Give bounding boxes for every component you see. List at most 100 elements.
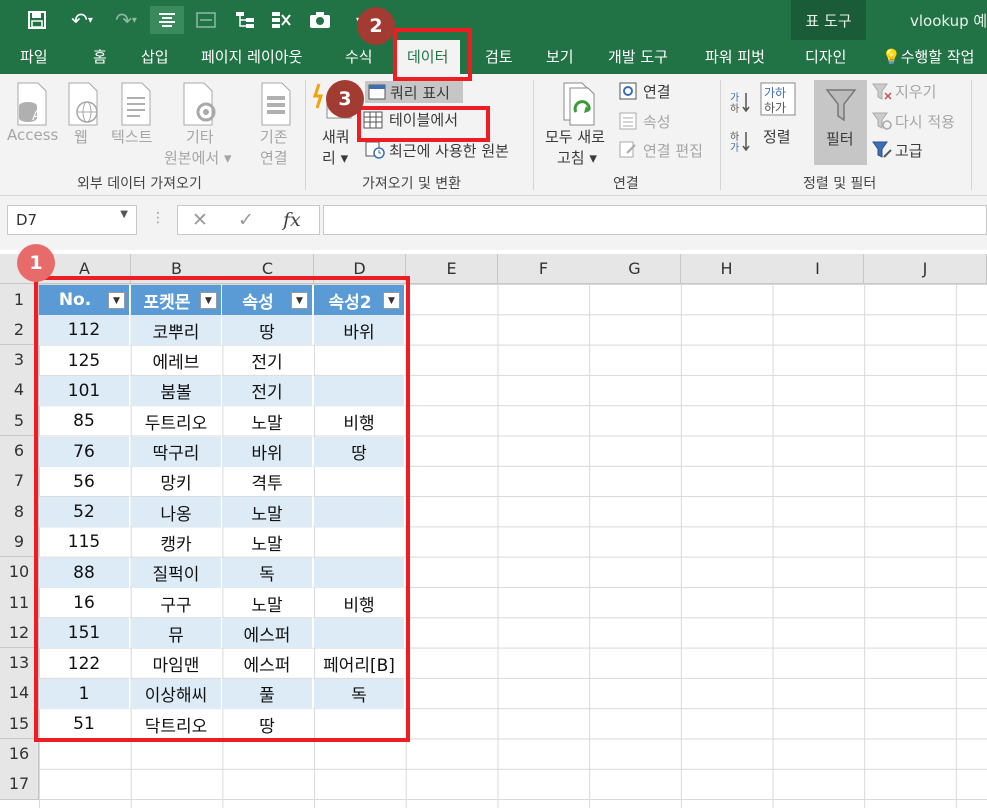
text-file-icon[interactable] [118,82,154,130]
group-get-external-data: 외부 데이터 가져오기 [77,176,202,192]
group-sort-filter: 정렬 및 필터 [803,176,877,192]
ribbon-separator [305,80,306,190]
align-icon[interactable] [150,6,184,34]
show-queries-button[interactable]: 쿼리 표시 [365,81,463,103]
step-2-badge: 2 [357,7,395,45]
lightbulb-icon: 💡 [882,48,901,66]
formula-buttons: ✕ ✓ fx [177,205,320,235]
new-query-label-1: 새쿼 [322,128,350,146]
existing-connections-label-1: 기존 [260,128,288,146]
text-label: 텍스트 [111,128,153,146]
sort-za-icon[interactable]: 하가 [729,129,751,157]
tab-home[interactable]: 홈 [93,46,107,67]
existing-connections-label-2: 연결 [260,149,288,167]
column-header[interactable]: H [681,254,773,284]
tab-developer[interactable]: 개발 도구 [608,46,668,67]
ribbon-data: A Access 웹 텍스트 기타 원본에서 ▾ 기존 연결 외부 데이터 가져… [0,74,987,196]
new-query-label-2: 리 ▾ [322,149,349,167]
show-queries-label: 쿼리 표시 [390,84,450,102]
from-table-highlight-box [357,106,490,142]
other-sources-icon[interactable] [180,82,220,130]
hierarchy-icon[interactable] [232,6,258,34]
excel-window: ↶▾ ↷▾ ▾ 표 도구 vlookup 예 파일 홈 삽입 페이지 레이아웃 … [0,0,987,808]
group-connections: 연결 [613,176,639,192]
tab-view[interactable]: 보기 [546,46,574,67]
svg-text:가: 가 [730,92,739,104]
row-header[interactable]: 16 [0,738,39,770]
refresh-all-label-1: 모두 새로 [545,128,605,146]
sort-label[interactable]: 정렬 [763,126,791,147]
svg-text:하: 하 [730,102,739,114]
row-header[interactable]: 17 [0,768,39,800]
column-header[interactable]: E [406,254,498,284]
tab-design[interactable]: 디자인 [805,46,846,67]
camera-icon[interactable] [306,6,334,34]
ribbon-separator [720,80,721,190]
tab-insert[interactable]: 삽입 [141,46,169,67]
chevron-down-icon[interactable]: ▼ [120,209,128,220]
reapply-label[interactable]: 다시 적용 [895,111,955,132]
redo-icon[interactable]: ↷ ▾ [108,6,144,34]
properties-icon[interactable] [619,112,637,134]
svg-text:A: A [32,107,42,123]
enter-icon[interactable]: ✓ [238,209,254,231]
insert-function-icon[interactable]: fx [283,209,301,231]
filter-button[interactable]: 필터 [814,80,867,165]
clear-filter-icon[interactable] [872,83,892,105]
tab-power-pivot[interactable]: 파워 피벗 [705,46,765,67]
title-bar: ↶▾ ↷▾ ▾ 표 도구 vlookup 예 [0,0,987,40]
ribbon-separator [533,80,534,190]
reapply-icon[interactable] [872,112,892,134]
ribbon-separator [971,80,972,190]
access-label: Access [7,126,59,144]
save-icon[interactable] [24,6,50,34]
access-icon[interactable]: A [14,82,50,130]
step-1-badge: 1 [17,244,55,282]
merge-icon[interactable] [192,6,220,34]
column-header[interactable]: J [864,254,987,284]
other-sources-label-2: 원본에서 ▾ [164,149,232,167]
column-header[interactable]: G [589,254,681,284]
web-label: 웹 [74,128,88,146]
tab-file[interactable]: 파일 [20,46,48,67]
svg-text:하가: 하가 [764,101,786,115]
svg-text:하: 하 [730,130,739,143]
data-tab-highlight-box [393,28,472,81]
recent-sources-label[interactable]: 최근에 사용한 원본 [389,140,509,161]
existing-connections-icon[interactable] [258,82,294,130]
window-title: vlookup 예 [910,12,987,30]
filter-label: 필터 [826,130,854,148]
connections-label[interactable]: 연결 [643,81,671,102]
svg-text:가: 가 [730,142,739,153]
undo-icon[interactable]: ↶ ▾ [62,6,102,34]
advanced-filter-label[interactable]: 고급 [895,140,923,161]
name-box[interactable]: D7 ▼ [7,205,137,235]
tab-review[interactable]: 검토 [485,46,513,67]
formula-bar-grip: ⋮ [151,210,165,226]
column-header[interactable]: I [772,254,864,284]
formula-bar: D7 ▼ ⋮ ✕ ✓ fx [0,196,987,250]
tab-page-layout[interactable]: 페이지 레이아웃 [201,46,302,67]
tab-formulas[interactable]: 수식 [345,46,373,67]
formula-input[interactable] [323,205,987,235]
tell-me-box[interactable]: 💡수행할 작업 [882,46,974,67]
sort-az-icon[interactable]: 가하 [729,90,751,118]
group-get-transform: 가져오기 및 변환 [362,176,462,192]
table-highlight-box [34,276,410,742]
ribbon-tabs: 파일 홈 삽입 페이지 레이아웃 수식 데이터 검토 보기 개발 도구 파워 피… [0,40,987,76]
properties-label[interactable]: 속성 [643,111,671,132]
column-header[interactable]: F [498,254,590,284]
web-icon[interactable] [65,82,101,130]
edit-links-label[interactable]: 연결 편집 [643,140,703,161]
recent-sources-icon[interactable] [365,141,385,163]
other-sources-label-1: 기타 [186,128,214,146]
connections-icon[interactable] [619,82,637,104]
clear-format-icon[interactable] [268,6,294,34]
cancel-icon[interactable]: ✕ [192,209,208,231]
sort-icon[interactable]: 가하 하가 [760,82,796,120]
clear-filter-label[interactable]: 지우기 [895,81,936,102]
refresh-all-icon[interactable] [560,82,600,130]
edit-links-icon[interactable] [619,141,637,163]
refresh-all-label-2: 고침 ▾ [557,149,597,167]
advanced-filter-icon[interactable] [872,141,892,163]
